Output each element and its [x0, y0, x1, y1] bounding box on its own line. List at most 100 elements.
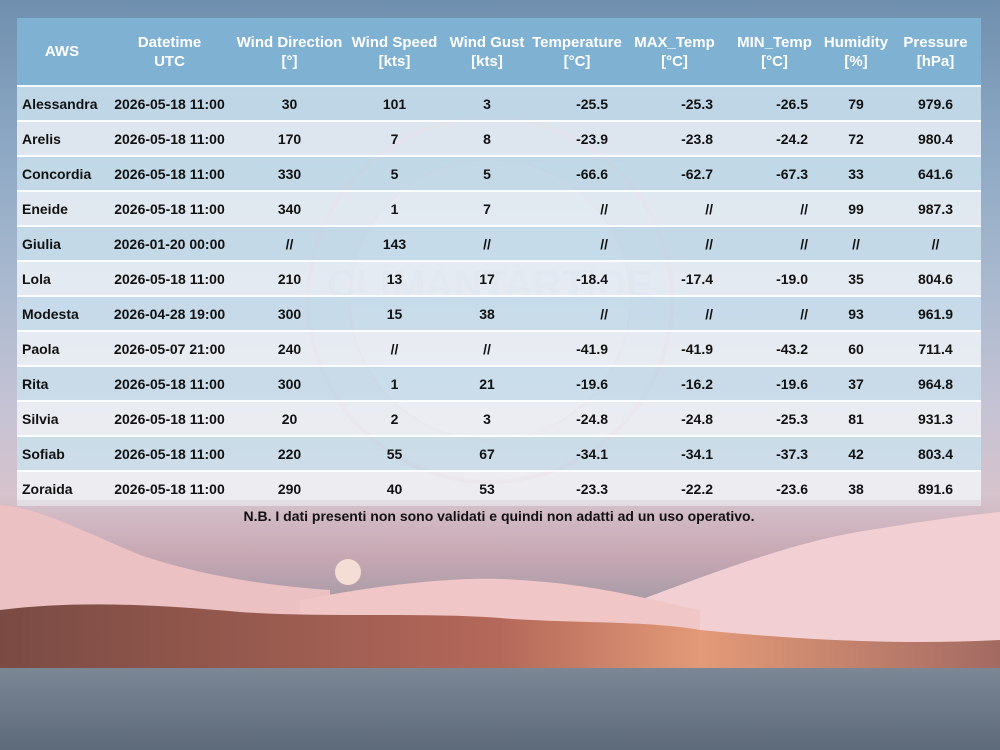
- table-cell: //: [600, 305, 608, 322]
- table-row: Silvia 2026-05-18 11:00 20 2 3 -24.8 -24.8 -25.…: [17, 401, 981, 436]
- table-cell: 33: [848, 165, 864, 182]
- column-header-unit: [hPa]: [916, 52, 955, 70]
- station-name-cell: Zoraida: [22, 481, 73, 497]
- table-cell: -23.6: [776, 481, 808, 497]
- table-cell: 55: [386, 445, 403, 462]
- table-cell: 60: [848, 340, 864, 357]
- table-cell: 2: [390, 410, 399, 427]
- column-header: Pressure [hPa]: [890, 18, 981, 86]
- table-cell: -19.0: [776, 270, 808, 287]
- table-cell: -22.2: [681, 481, 713, 497]
- column-header-title: Wind Gust: [449, 33, 525, 51]
- table-cell: 641.6: [917, 165, 954, 182]
- table-cell: 72: [848, 130, 864, 147]
- table-cell: 987.3: [917, 200, 954, 217]
- table-cell: 5: [390, 165, 399, 182]
- station-name-cell: Arelis: [22, 130, 61, 147]
- table-cell: 99: [848, 200, 864, 217]
- table-cell: 711.4: [918, 340, 953, 357]
- column-header-unit: [°C]: [661, 52, 688, 70]
- table-cell: 15: [386, 305, 403, 322]
- table-cell: 143: [382, 235, 407, 252]
- table-cell: -23.8: [681, 130, 713, 147]
- table-cell: -41.9: [681, 340, 713, 357]
- table-row: Lola 2026-05-18 11:00 210 13 17 -18.4 -17.4 -19…: [17, 261, 981, 296]
- table-cell: 1: [390, 200, 399, 217]
- table-cell: -23.9: [576, 130, 608, 147]
- table-cell: 2026-05-18 11:00: [114, 481, 225, 497]
- table-cell: //: [852, 235, 860, 252]
- table-cell: 7: [483, 200, 491, 217]
- table-cell: 170: [277, 130, 302, 147]
- table-cell: //: [705, 235, 713, 252]
- table-cell: -25.3: [681, 95, 713, 112]
- station-name-cell: Silvia: [22, 410, 59, 427]
- table-cell: -25.3: [776, 410, 808, 427]
- table-cell: -43.2: [776, 340, 808, 357]
- table-cell: -24.8: [681, 410, 713, 427]
- column-header-unit: [°C]: [761, 52, 788, 70]
- station-name-cell: Alessandra: [22, 95, 98, 112]
- table-cell: 2026-01-20 00:00: [113, 235, 226, 252]
- table-cell: 979.6: [917, 95, 954, 112]
- table-cell: //: [600, 235, 608, 252]
- table-cell: 340: [277, 200, 302, 217]
- table-cell: -17.4: [681, 270, 713, 287]
- table-cell: 1: [390, 375, 399, 392]
- table-cell: -34.1: [576, 445, 608, 462]
- table-cell: -16.2: [681, 375, 713, 392]
- table-cell: //: [931, 235, 940, 252]
- aws-data-table-container: AWS Datetime UTC Wind Direction [°] Wind Spee…: [17, 18, 981, 506]
- table-cell: 3: [483, 95, 491, 112]
- station-name-cell: Rita: [22, 375, 49, 392]
- table-cell: -67.3: [776, 165, 808, 182]
- table-row: Giulia 2026-01-20 00:00 // 143 // // // // // //: [17, 226, 981, 261]
- table-row: Alessandra 2026-05-18 11:00 30 101 3 -25.5 -25…: [17, 86, 981, 121]
- column-header-title: AWS: [44, 43, 80, 60]
- table-cell: 40: [386, 481, 403, 497]
- table-cell: 17: [479, 270, 495, 287]
- table-cell: -19.6: [576, 375, 608, 392]
- table-cell: 891.6: [917, 481, 954, 497]
- table-cell: //: [483, 340, 491, 357]
- table-cell: 67: [479, 445, 495, 462]
- table-cell: 53: [479, 481, 495, 497]
- table-cell: -18.4: [576, 270, 608, 287]
- table-cell: -62.7: [681, 165, 713, 182]
- table-row: Modesta 2026-04-28 19:00 300 15 38 // // // 93 96…: [17, 296, 981, 331]
- column-header: Temperature [°C]: [532, 18, 622, 86]
- table-cell: //: [800, 305, 808, 322]
- table-cell: -37.3: [776, 445, 808, 462]
- column-header-unit: [kts]: [378, 52, 411, 70]
- table-cell: 961.9: [917, 305, 954, 322]
- column-header: MAX_Temp [°C]: [622, 18, 727, 86]
- disclaimer-note: N.B. I dati presenti non sono validati e…: [243, 508, 755, 524]
- table-cell: 210: [277, 270, 302, 287]
- table-cell: 2026-04-28 19:00: [113, 305, 226, 322]
- column-header-unit: [°]: [281, 52, 298, 70]
- column-header: Wind Gust [kts]: [442, 18, 532, 86]
- table-cell: //: [600, 200, 608, 217]
- table-cell: 21: [479, 375, 495, 392]
- table-cell: 2026-05-18 11:00: [114, 200, 225, 217]
- column-header: MIN_Temp [°C]: [727, 18, 822, 86]
- table-cell: 2026-05-18 11:00: [114, 270, 225, 287]
- table-cell: -26.5: [776, 95, 808, 112]
- table-cell: 290: [277, 481, 302, 497]
- table-cell: 2026-05-18 11:00: [114, 410, 225, 427]
- table-cell: 2026-05-18 11:00: [114, 130, 225, 147]
- table-cell: 93: [848, 305, 864, 322]
- column-header-title: Wind Speed: [351, 33, 438, 51]
- table-cell: 300: [277, 375, 302, 392]
- station-name-cell: Eneide: [22, 200, 68, 217]
- table-cell: 2026-05-18 11:00: [114, 445, 225, 462]
- table-cell: -34.1: [681, 445, 713, 462]
- table-cell: 101: [382, 95, 407, 112]
- column-header-title: Temperature: [532, 33, 622, 51]
- table-cell: 2026-05-18 11:00: [114, 95, 225, 112]
- column-header: Wind Speed [kts]: [347, 18, 442, 86]
- column-header-title: MIN_Temp: [737, 33, 812, 51]
- table-cell: 803.4: [917, 445, 954, 462]
- table-cell: 2026-05-07 21:00: [113, 340, 226, 357]
- table-row: Eneide 2026-05-18 11:00 340 1 7 // // // 99 987.3: [17, 191, 981, 226]
